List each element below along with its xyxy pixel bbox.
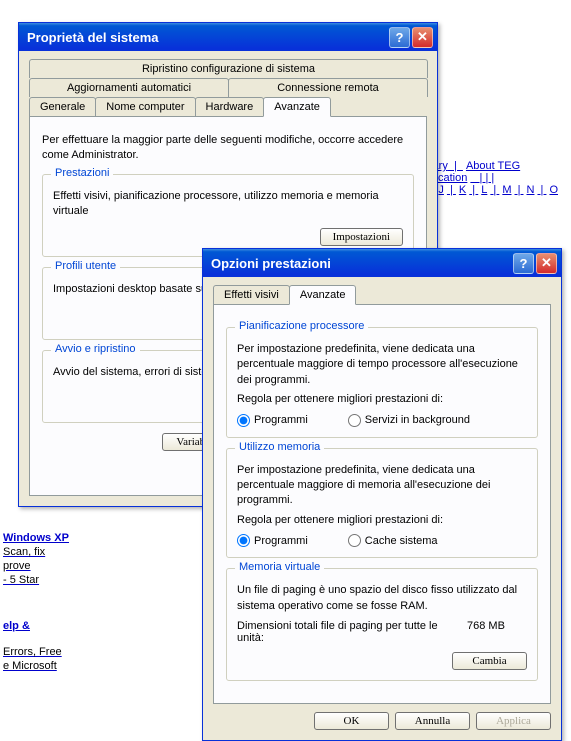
processor-scheduling-group: Pianificazione processore Per impostazio… (226, 327, 538, 438)
bg-nav-links: tary | About TEG fication | | | | J | K … (430, 160, 562, 196)
dialog1-title: Proprietà del sistema (23, 30, 387, 45)
dialog1-titlebar[interactable]: Proprietà del sistema ? ✕ (19, 23, 437, 51)
tab-system-restore[interactable]: Ripristino configurazione di sistema (29, 59, 428, 78)
about-link[interactable]: About TEG (466, 160, 520, 172)
virtual-memory-group: Memoria virtuale Un file di paging è uno… (226, 568, 538, 681)
radio-cache-mem[interactable]: Cache sistema (348, 534, 438, 547)
tab-advanced[interactable]: Avanzate (263, 97, 331, 117)
cancel-button[interactable]: Annulla (395, 712, 470, 730)
performance-settings-button[interactable]: Impostazioni (320, 228, 403, 246)
performance-options-dialog: Opzioni prestazioni ? ✕ Effetti visivi A… (202, 248, 562, 741)
change-vm-button[interactable]: Cambia (452, 652, 527, 670)
radio-background-cpu[interactable]: Servizi in background (348, 414, 470, 427)
admin-notice: Per effettuare la maggior parte delle se… (42, 133, 414, 164)
paging-size-value: 768 MB (467, 620, 527, 644)
radio-programs-cpu[interactable]: Programmi (237, 414, 308, 427)
tab-remote[interactable]: Connessione remota (228, 78, 428, 97)
memory-usage-legend: Utilizzo memoria (235, 441, 324, 453)
help-icon[interactable]: ? (389, 27, 410, 48)
tab-advanced-perf[interactable]: Avanzate (289, 285, 357, 305)
tab-auto-updates[interactable]: Aggiornamenti automatici (29, 78, 229, 97)
tab-general[interactable]: Generale (29, 97, 96, 116)
startup-recovery-legend: Avvio e ripristino (51, 343, 140, 355)
radio-programs-mem[interactable]: Programmi (237, 534, 308, 547)
performance-group: Prestazioni Effetti visivi, pianificazio… (42, 174, 414, 257)
dialog2-titlebar[interactable]: Opzioni prestazioni ? ✕ (203, 249, 561, 277)
windows-xp-link[interactable]: Windows XP (3, 532, 69, 544)
performance-legend: Prestazioni (51, 167, 113, 179)
close-icon[interactable]: ✕ (412, 27, 433, 48)
dialog2-title: Opzioni prestazioni (207, 256, 511, 271)
tab-visual-effects[interactable]: Effetti visivi (213, 285, 290, 304)
processor-scheduling-legend: Pianificazione processore (235, 320, 368, 332)
tab-computer-name[interactable]: Nome computer (95, 97, 195, 116)
ok-button[interactable]: OK (314, 712, 389, 730)
paging-size-label: Dimensioni totali file di paging per tut… (237, 620, 467, 644)
virtual-memory-legend: Memoria virtuale (235, 561, 324, 573)
tab-hardware[interactable]: Hardware (195, 97, 265, 116)
close-icon[interactable]: ✕ (536, 253, 557, 274)
memory-usage-group: Utilizzo memoria Per impostazione predef… (226, 448, 538, 559)
help-icon[interactable]: ? (513, 253, 534, 274)
help-link[interactable]: elp & (3, 620, 69, 632)
apply-button[interactable]: Applica (476, 712, 551, 730)
user-profiles-legend: Profili utente (51, 260, 120, 272)
bg-left-column: Windows XP Scan, fix prove - 5 Star elp … (3, 530, 69, 674)
